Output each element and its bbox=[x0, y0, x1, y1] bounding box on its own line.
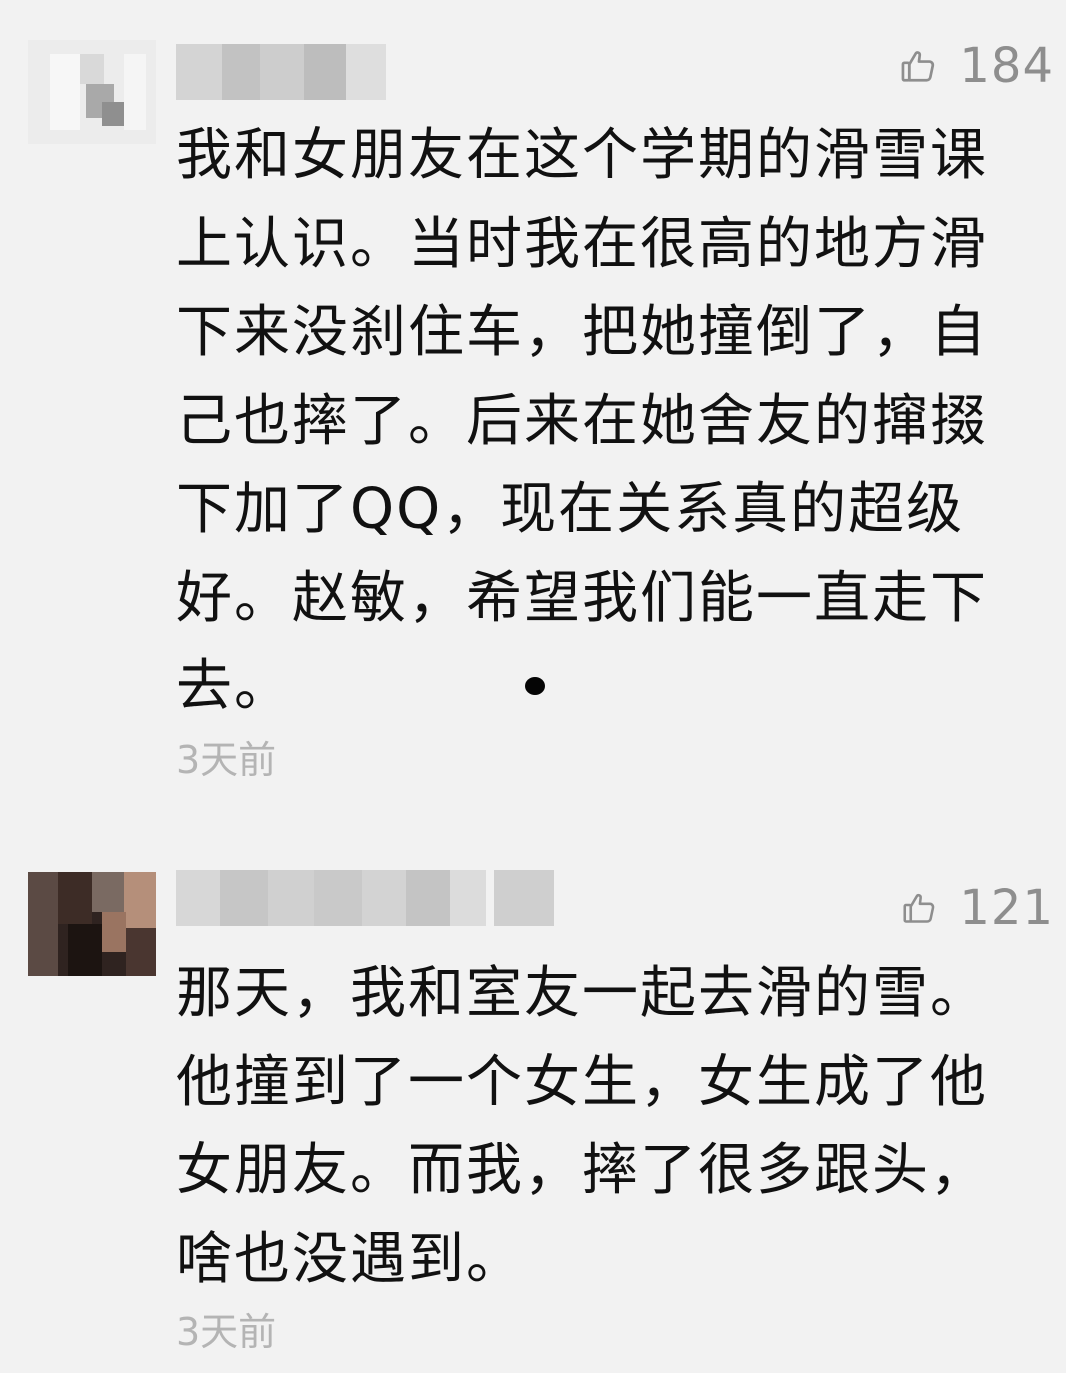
avatar[interactable] bbox=[28, 40, 156, 144]
comment-text: 我和女朋友在这个学期的滑雪课 上认识。当时我在很高的地方滑 下来没刹住车，把她撞… bbox=[176, 123, 988, 719]
timestamp: 3天前 bbox=[176, 738, 277, 782]
like-count: 121 bbox=[959, 880, 1054, 936]
like-button[interactable]: 121 bbox=[901, 878, 1054, 938]
username-blurred[interactable] bbox=[176, 870, 556, 926]
timestamp: 3天前 bbox=[176, 1310, 277, 1354]
avatar[interactable] bbox=[28, 872, 156, 976]
username-blurred[interactable] bbox=[176, 44, 386, 100]
comment-item: 184 我和女朋友在这个学期的滑雪课 上认识。当时我在很高的地方滑 下来没刹住车… bbox=[0, 0, 1066, 820]
thumbs-up-icon bbox=[901, 890, 937, 926]
comment-item: 121 那天，我和室友一起去滑的雪。 他撞到了一个女生，女生成了他 女朋友。而我… bbox=[0, 850, 1066, 1373]
like-button[interactable]: 184 bbox=[899, 36, 1054, 96]
like-count: 184 bbox=[959, 38, 1054, 94]
cursor-dot bbox=[525, 677, 545, 695]
thumbs-up-icon bbox=[899, 47, 937, 85]
comment-text: 那天，我和室友一起去滑的雪。 他撞到了一个女生，女生成了他 女朋友。而我，摔了很… bbox=[176, 961, 988, 1292]
